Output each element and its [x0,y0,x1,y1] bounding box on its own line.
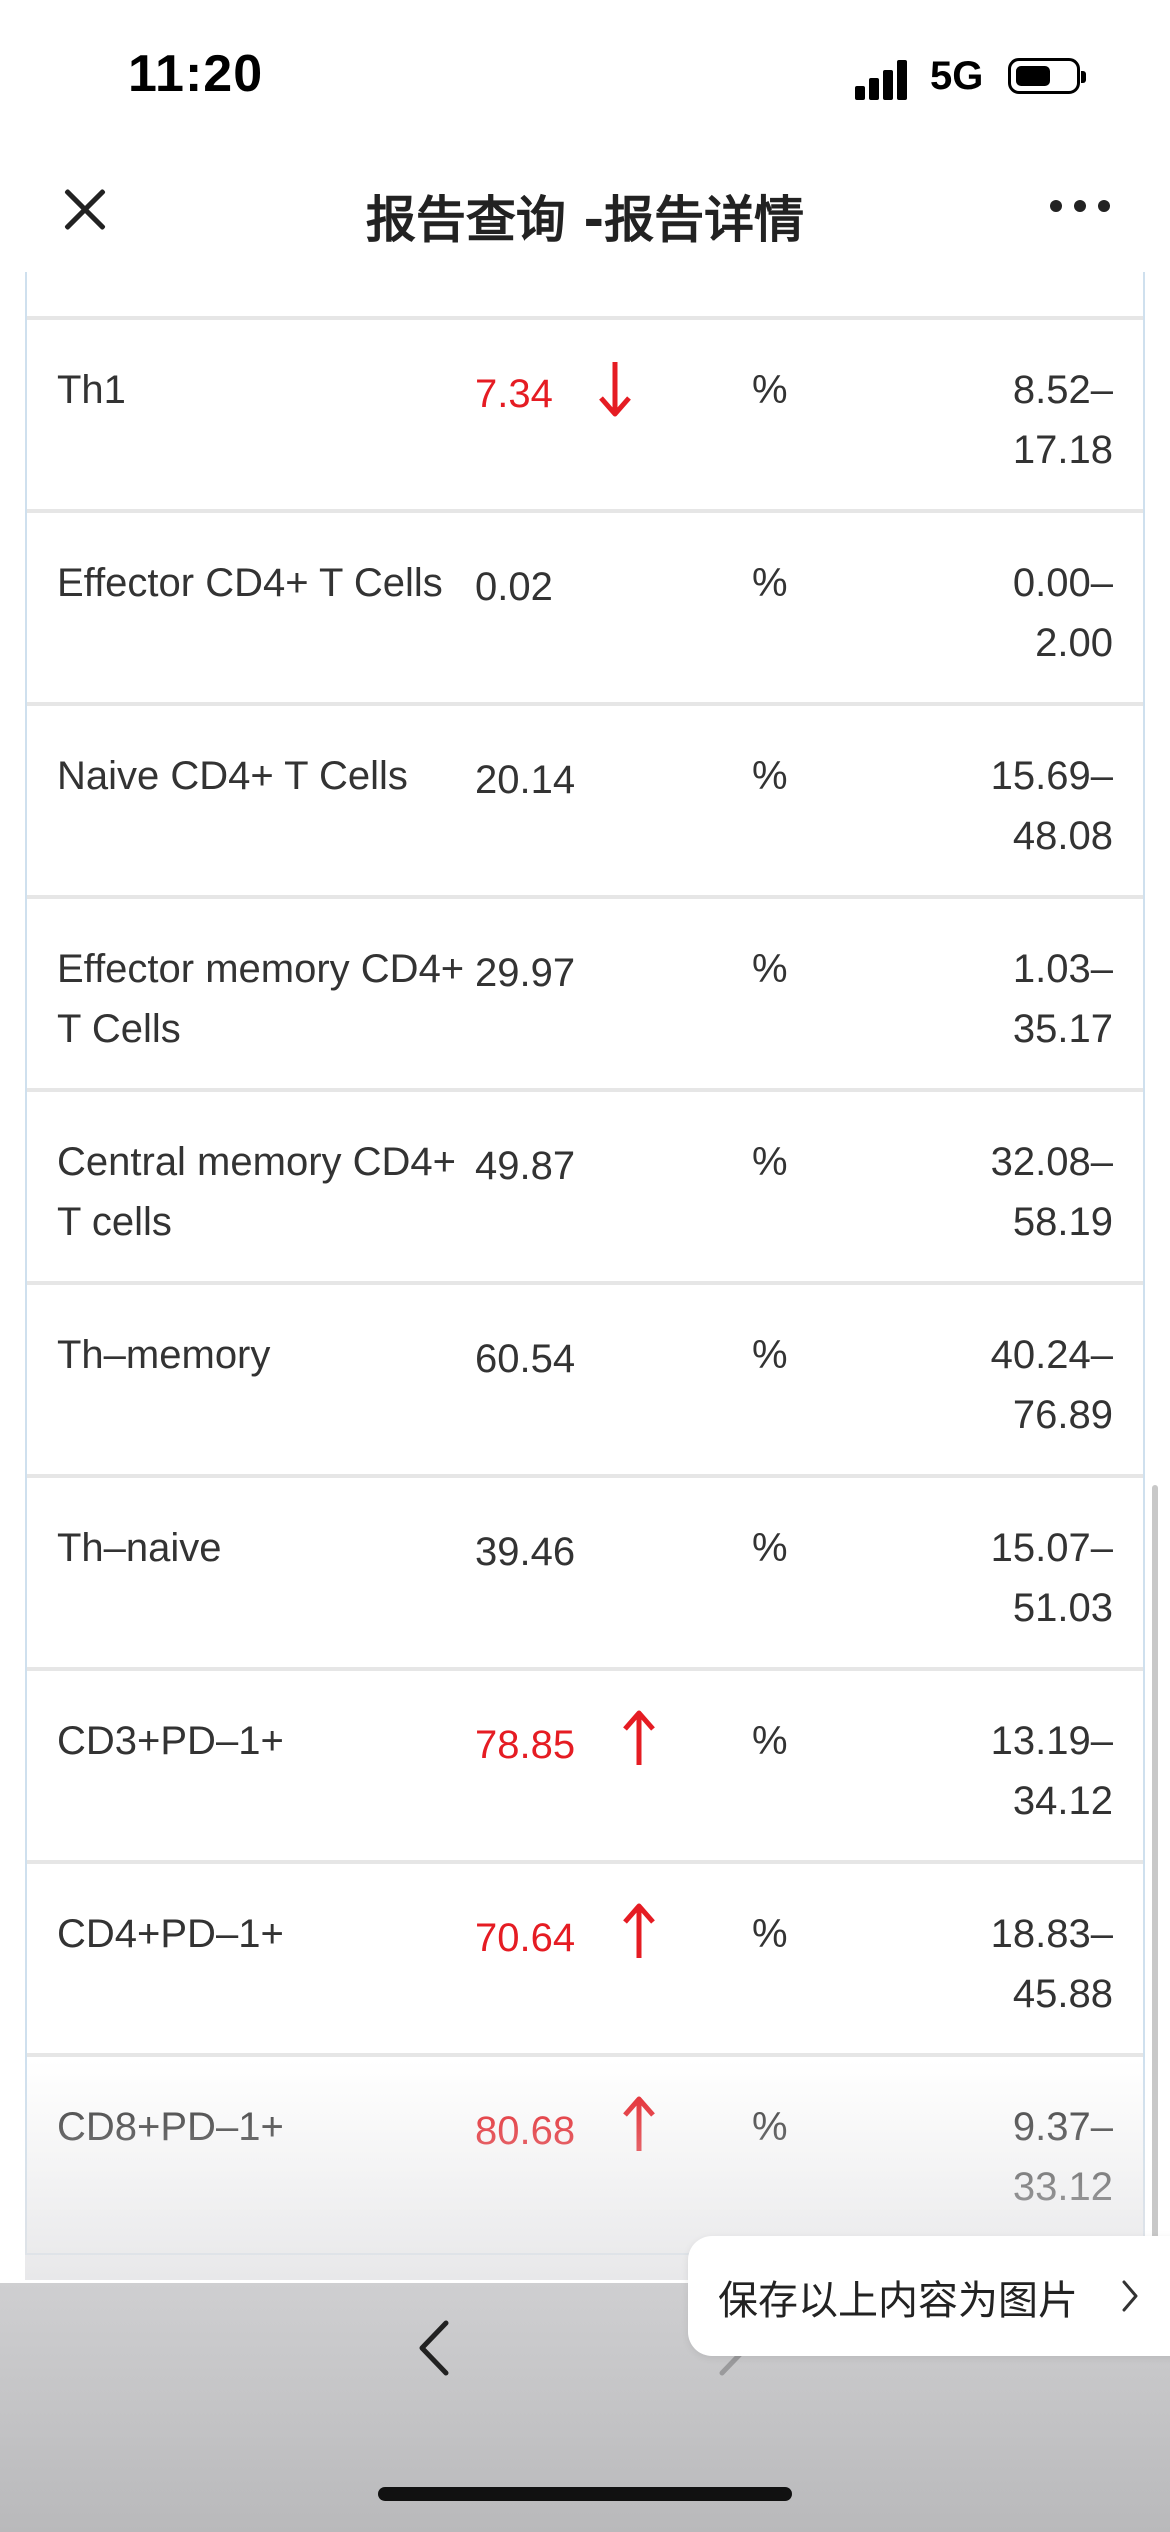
range-lower: 1.03– [1012,947,1113,991]
range-upper: 58.19 [1012,1200,1113,1244]
range-upper: 35.17 [1012,1007,1113,1051]
item-reference-range: 0.00– 2.00 [913,553,1113,673]
item-value: 78.85 [475,1723,576,1767]
table-row: CD3+PD–1+ 78.85% 13.19– 34.12 [27,1667,1143,1857]
table-row: CD8+PD–1+ 80.68% 9.37– 33.12 [27,2053,1143,2243]
item-reference-range: 1.03– 35.17 [913,939,1113,1059]
item-name: Effector memory CD4+ T Cells [57,947,465,1051]
arrow-up-icon [623,1903,655,1958]
back-button[interactable] [410,2313,460,2383]
arrow-up-icon [623,1710,655,1765]
range-lower: 18.83– [990,1912,1113,1956]
item-reference-range: 18.83– 45.88 [913,1904,1113,2024]
item-reference-range: 40.24– 76.89 [913,1325,1113,1445]
range-lower: 0.00– [1012,561,1113,605]
table-row: Naive CD4+ T Cells 20.14% 15.69– 48.08 [27,702,1143,892]
item-unit: % [752,1333,788,1377]
item-name: Naive CD4+ T Cells [57,754,408,798]
table-row: Th–naive 39.46% 15.07– 51.03 [27,1474,1143,1664]
item-unit: % [752,1912,788,1956]
item-reference-range: 32.08– 58.19 [913,1132,1113,1252]
table-row: Th–memory 60.54% 40.24– 76.89 [27,1281,1143,1471]
save-as-image-label: 保存以上内容为图片 [718,2278,1078,2324]
status-bar: 11:20 5G [0,0,1170,150]
item-value: 60.54 [475,1337,576,1381]
home-indicator [378,2487,792,2501]
range-upper: 48.08 [1012,814,1113,858]
range-lower: 15.69– [990,754,1113,798]
item-value: 80.68 [475,2109,576,2153]
range-upper: 51.03 [1012,1586,1113,1630]
table-row: Central memory CD4+ T cells 49.87% 32.08– 5… [27,1088,1143,1278]
table-row: Effector memory CD4+ T Cells 29.97% 1.03– 3… [27,895,1143,1085]
item-name: CD3+PD–1+ [57,1719,284,1763]
table-row: Effector CD4+ T Cells 0.02% 0.00– 2.00 [27,509,1143,699]
item-name: Effector CD4+ T Cells [57,561,443,605]
range-lower: 9.37– [1012,2105,1113,2149]
range-lower: 15.07– [990,1526,1113,1570]
item-value: 0.02 [475,565,553,609]
range-lower: 32.08– [990,1140,1113,1184]
item-name: Central memory CD4+ T cells [57,1140,457,1244]
signal-icon [855,58,915,100]
range-upper: 17.18 [1012,428,1113,472]
battery-icon [1008,58,1086,94]
results-table: Th1 7.34% 8.52– 17.18 Effector CD4+ T Cells 0… [25,272,1145,2255]
item-reference-range: 13.19– 34.12 [913,1711,1113,1831]
item-unit: % [752,1719,788,1763]
item-value: 20.14 [475,758,576,802]
range-upper: 45.88 [1012,1972,1113,2016]
chevron-right-icon [1122,2280,1138,2312]
item-unit: % [752,947,788,991]
range-upper: 2.00 [1035,621,1113,665]
item-reference-range: 15.07– 51.03 [913,1518,1113,1638]
item-unit: % [752,2105,788,2149]
table-row: Th1 7.34% 8.52– 17.18 [27,316,1143,506]
item-value: 7.34 [475,372,553,416]
network-type: 5G [930,54,984,98]
item-unit: % [752,368,788,412]
item-name: CD8+PD–1+ [57,2105,284,2149]
range-lower: 40.24– [990,1333,1113,1377]
item-name: Th–memory [57,1333,271,1377]
table-row: CD4+PD–1+ 70.64% 18.83– 45.88 [27,1860,1143,2050]
nav-bar: 报告查询 -报告详情 [0,150,1170,272]
page-title: 报告查询 -报告详情 [365,191,805,249]
item-value: 29.97 [475,951,576,995]
item-unit: % [752,561,788,605]
item-reference-range: 8.52– 17.18 [913,360,1113,480]
range-upper: 34.12 [1012,1779,1113,1823]
status-time: 11:20 [128,45,264,103]
item-unit: % [752,754,788,798]
scrollbar[interactable] [1152,1485,1158,2245]
item-value: 39.46 [475,1530,576,1574]
item-name: CD4+PD–1+ [57,1912,284,1956]
item-reference-range: 9.37– 33.12 [913,2097,1113,2217]
item-reference-range: 15.69– 48.08 [913,746,1113,866]
save-as-image-button[interactable]: 保存以上内容为图片 [688,2236,1170,2356]
item-value: 49.87 [475,1144,576,1188]
range-lower: 13.19– [990,1719,1113,1763]
arrow-down-icon [599,362,631,417]
item-value: 70.64 [475,1916,576,1960]
range-lower: 8.52– [1012,368,1113,412]
range-upper: 76.89 [1012,1393,1113,1437]
item-unit: % [752,1140,788,1184]
more-options-button[interactable] [1050,200,1116,216]
item-unit: % [752,1526,788,1570]
item-name: Th1 [57,368,126,412]
range-upper: 33.12 [1012,2165,1113,2209]
arrow-up-icon [623,2096,655,2151]
item-name: Th–naive [57,1526,222,1570]
